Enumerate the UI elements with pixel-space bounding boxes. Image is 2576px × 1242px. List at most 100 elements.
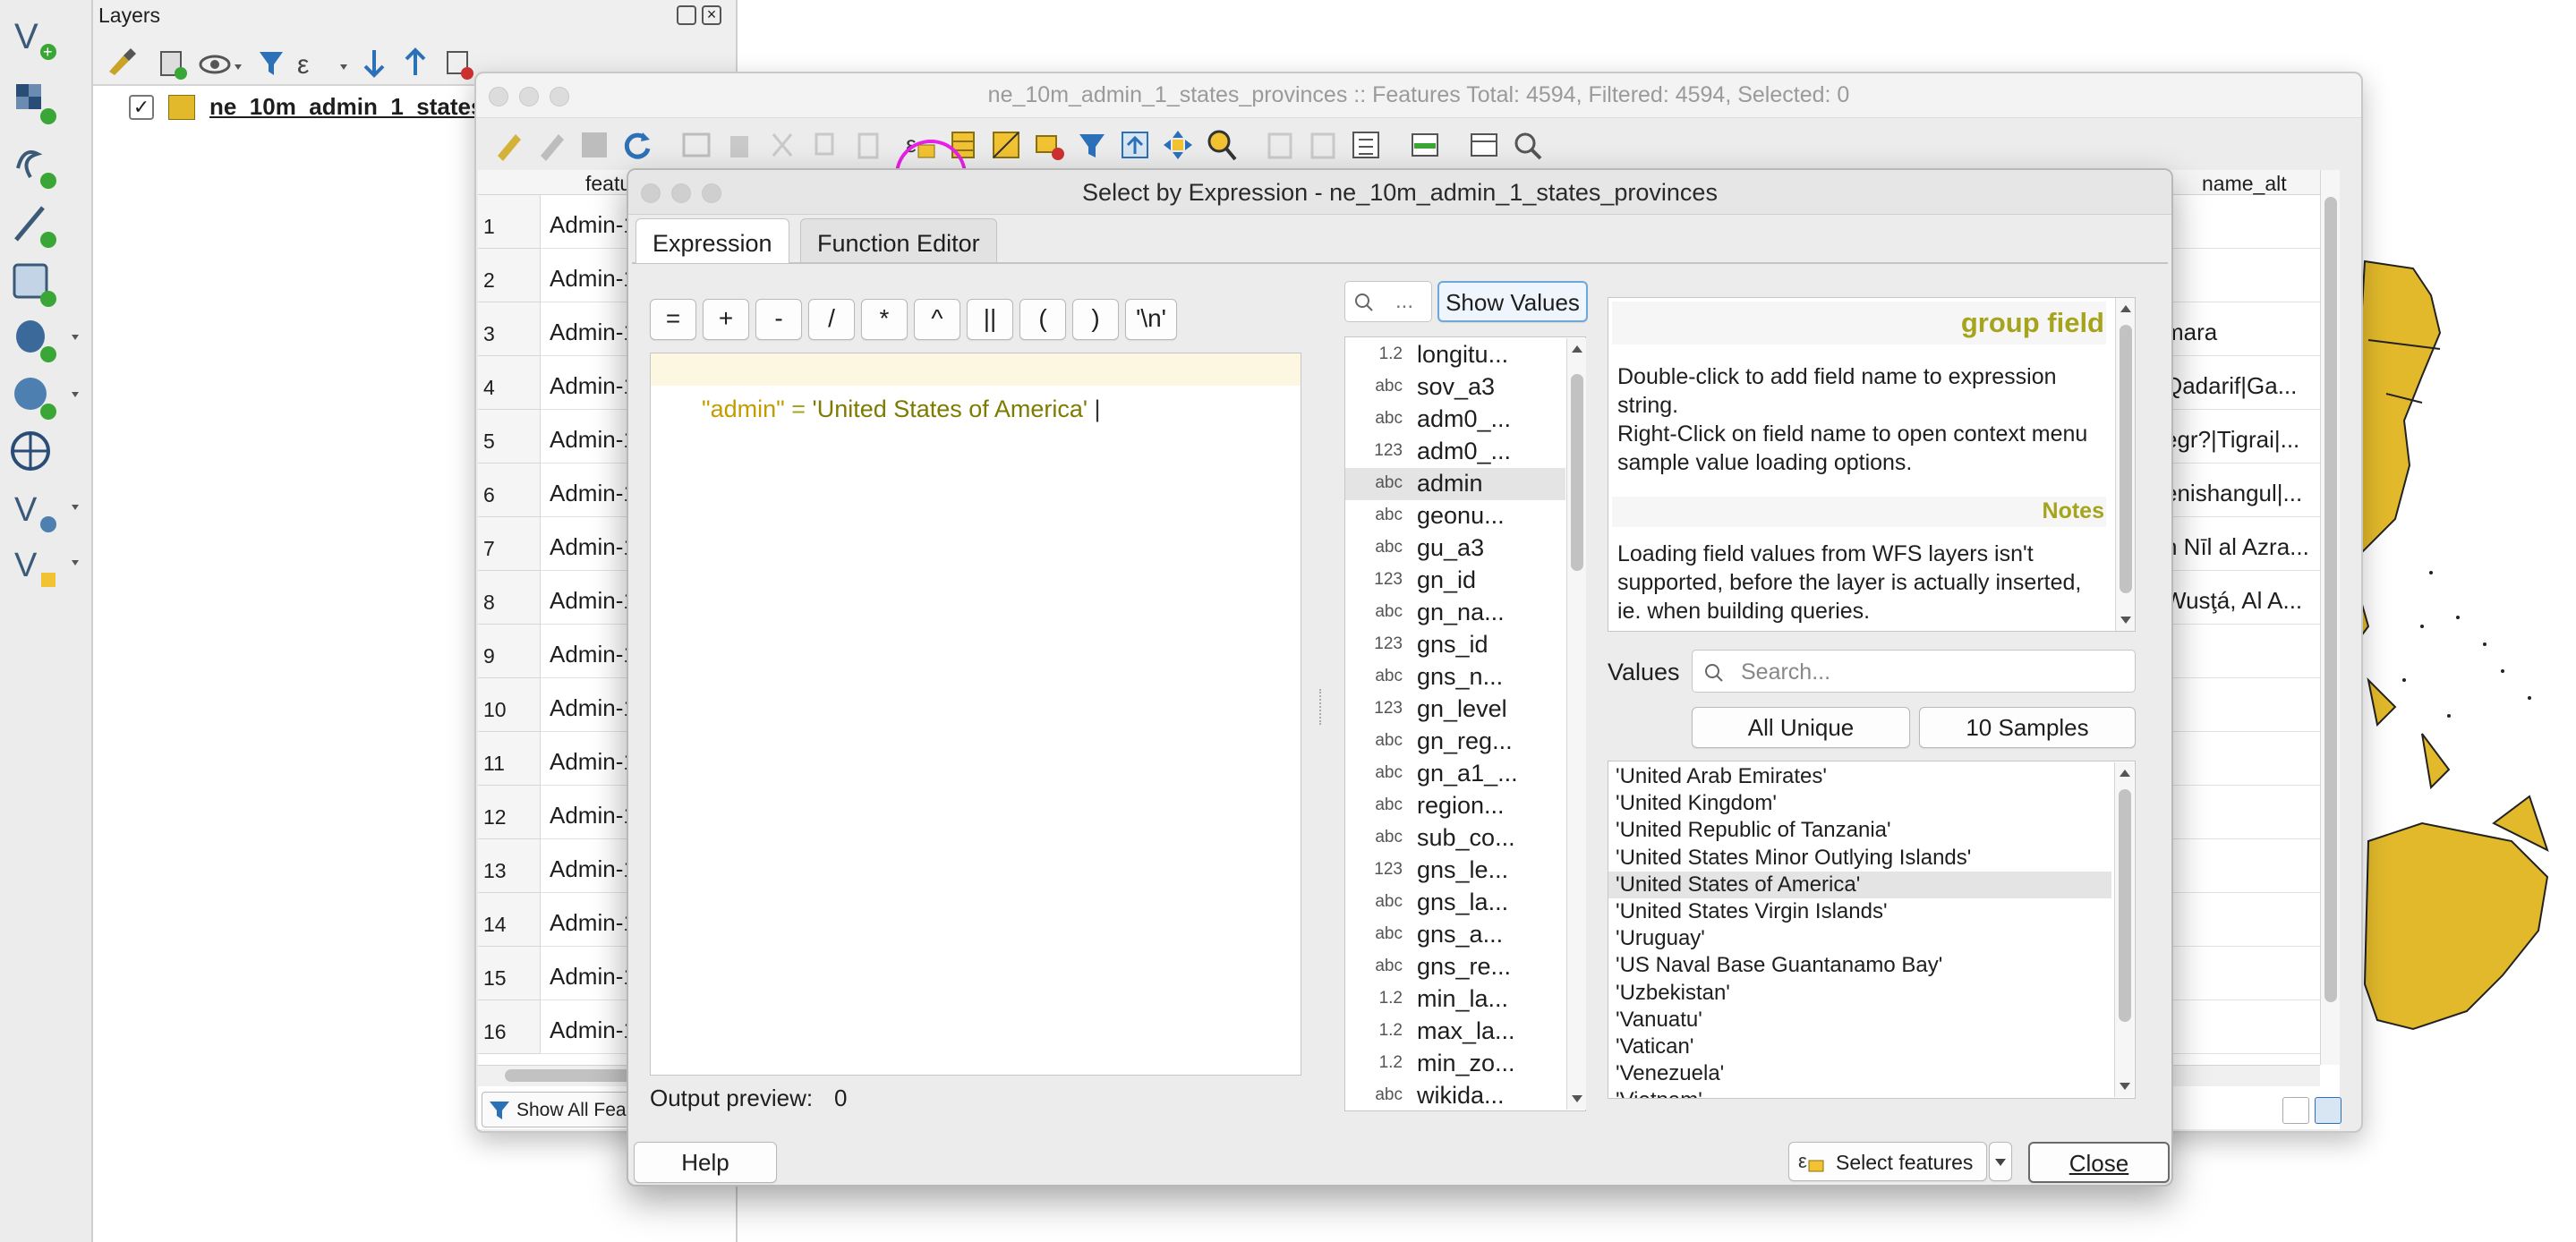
operator-button[interactable]: ): [1072, 299, 1119, 340]
value-list-item[interactable]: 'United Arab Emirates': [1608, 763, 2111, 790]
field-list-item[interactable]: 123 adm0_...: [1345, 436, 1560, 468]
table-cell-name-alt[interactable]: [2161, 732, 2340, 786]
delete-feature-icon[interactable]: [721, 127, 757, 163]
operator-button[interactable]: /: [808, 299, 855, 340]
field-list-item[interactable]: abc region...: [1345, 790, 1560, 822]
help-button[interactable]: Help: [634, 1142, 777, 1183]
row-number[interactable]: 2: [478, 249, 541, 302]
vertical-scrollbar[interactable]: [2320, 170, 2340, 1065]
value-list-item[interactable]: 'Vietnam': [1608, 1087, 2111, 1098]
tab-function-editor[interactable]: Function Editor: [800, 218, 997, 263]
move-selection-top-icon[interactable]: [1117, 127, 1153, 163]
table-cell-name-alt[interactable]: n Nīl al Azra...: [2161, 517, 2340, 571]
close-button[interactable]: Close: [2028, 1142, 2170, 1183]
table-cell-name-alt[interactable]: [2161, 249, 2340, 302]
field-list-item[interactable]: 123 gn_id: [1345, 565, 1560, 597]
select-features-dropdown[interactable]: [1989, 1142, 2012, 1181]
table-cell-name-alt[interactable]: [2161, 893, 2340, 947]
field-calculator-icon[interactable]: [1348, 127, 1384, 163]
table-cell-name-alt[interactable]: [2161, 1000, 2340, 1054]
row-number[interactable]: 6: [478, 464, 541, 517]
copy-icon[interactable]: [807, 127, 843, 163]
row-number[interactable]: 7: [478, 517, 541, 571]
value-list-item[interactable]: 'Uzbekistan': [1608, 980, 2111, 1007]
show-values-button[interactable]: Show Values: [1437, 281, 1588, 322]
add-wms-layer-icon[interactable]: [7, 372, 82, 422]
value-list-item[interactable]: 'United Kingdom': [1608, 790, 2111, 817]
value-list-item[interactable]: 'United States of America': [1608, 871, 2111, 898]
column-header-name-alt[interactable]: name_alt: [2202, 172, 2287, 196]
deselect-all-icon[interactable]: [1031, 127, 1067, 163]
save-edits-icon[interactable]: [576, 127, 612, 163]
multi-edit-icon[interactable]: [533, 127, 569, 163]
delete-field-icon[interactable]: [1305, 127, 1341, 163]
operator-button[interactable]: (: [1019, 299, 1066, 340]
field-list-item[interactable]: 1.2 min_zo...: [1345, 1048, 1560, 1080]
table-cell-name-alt[interactable]: [2161, 947, 2340, 1000]
field-list-item[interactable]: abc sov_a3: [1345, 371, 1560, 404]
value-list-item[interactable]: 'United States Minor Outlying Islands': [1608, 845, 2111, 872]
conditional-formatting-icon[interactable]: [1407, 127, 1443, 163]
field-list-item[interactable]: abc gn_reg...: [1345, 726, 1560, 758]
values-scrollbar[interactable]: [2114, 762, 2134, 1097]
actions-icon[interactable]: [1509, 127, 1545, 163]
add-wcs-layer-icon[interactable]: [7, 428, 82, 478]
operator-button[interactable]: *: [861, 299, 908, 340]
dock-table-icon[interactable]: [1466, 127, 1502, 163]
field-list-item[interactable]: 123 gns_le...: [1345, 855, 1560, 887]
add-mesh-layer-icon[interactable]: [7, 141, 82, 191]
field-list-item[interactable]: abc gns_re...: [1345, 951, 1560, 983]
splitter-handle[interactable]: [1319, 689, 1323, 725]
row-number[interactable]: 16: [478, 1000, 541, 1054]
close-panel-icon[interactable]: ×: [702, 5, 721, 25]
column-header-featurecla[interactable]: featu: [585, 172, 631, 196]
select-features-button[interactable]: ε Select features: [1788, 1142, 1987, 1181]
add-virtual-layer-icon[interactable]: V: [7, 540, 82, 591]
value-list-item[interactable]: 'United Republic of Tanzania': [1608, 817, 2111, 844]
field-list-item[interactable]: abc wikida...: [1345, 1080, 1560, 1110]
add-wfs-layer-icon[interactable]: V: [7, 485, 82, 535]
pan-to-selected-icon[interactable]: [1160, 127, 1196, 163]
field-list-item[interactable]: 1.2 max_la...: [1345, 1016, 1560, 1048]
field-list[interactable]: 1.2 longitu... abc sov_a3 abc adm0_... 123 adm0…: [1344, 336, 1586, 1111]
field-list-item[interactable]: 1.2 longitu...: [1345, 339, 1560, 371]
float-panel-icon[interactable]: [677, 5, 696, 25]
table-cell-name-alt[interactable]: [2161, 625, 2340, 678]
value-list-item[interactable]: 'Vanuatu': [1608, 1007, 2111, 1034]
operator-button[interactable]: -: [755, 299, 802, 340]
add-delimited-text-icon[interactable]: [7, 200, 82, 251]
add-postgis-icon[interactable]: [7, 315, 82, 365]
value-list-item[interactable]: 'Vatican': [1608, 1034, 2111, 1060]
value-list-item[interactable]: 'United States Virgin Islands': [1608, 898, 2111, 925]
row-number[interactable]: 1: [478, 195, 541, 249]
help-scrollbar[interactable]: [2115, 298, 2135, 631]
operator-button[interactable]: ^: [914, 299, 960, 340]
field-list-item[interactable]: abc admin: [1345, 468, 1565, 500]
row-number[interactable]: 9: [478, 625, 541, 678]
new-field-icon[interactable]: [1262, 127, 1298, 163]
all-unique-button[interactable]: All Unique: [1692, 707, 1910, 748]
field-list-item[interactable]: 1.2 min_la...: [1345, 983, 1560, 1016]
row-number[interactable]: 15: [478, 947, 541, 1000]
field-list-item[interactable]: abc gns_la...: [1345, 887, 1560, 919]
ten-samples-button[interactable]: 10 Samples: [1919, 707, 2136, 748]
field-list-item[interactable]: 123 gns_id: [1345, 629, 1560, 661]
row-number[interactable]: 12: [478, 786, 541, 839]
field-list-item[interactable]: abc sub_co...: [1345, 822, 1560, 855]
layer-visibility-checkbox[interactable]: ✓: [129, 95, 154, 120]
table-view-icon[interactable]: [2315, 1097, 2341, 1124]
row-number[interactable]: 13: [478, 839, 541, 893]
field-list-item[interactable]: abc adm0_...: [1345, 404, 1560, 436]
field-list-item[interactable]: abc gn_a1_...: [1345, 758, 1560, 790]
cut-icon[interactable]: [764, 127, 800, 163]
table-cell-name-alt[interactable]: Wusţá, Al A...: [2161, 571, 2340, 625]
values-list[interactable]: 'United Arab Emirates' 'United Kingdom' 'U…: [1608, 761, 2136, 1099]
filter-select-icon[interactable]: [1074, 127, 1110, 163]
field-list-item[interactable]: abc geonu...: [1345, 500, 1560, 532]
operator-button[interactable]: +: [703, 299, 749, 340]
field-list-item[interactable]: abc gu_a3: [1345, 532, 1560, 565]
table-cell-name-alt[interactable]: [2161, 195, 2340, 249]
operator-button[interactable]: '\n': [1125, 299, 1177, 340]
field-list-item[interactable]: 123 gn_level: [1345, 693, 1560, 726]
zoom-to-selected-icon[interactable]: [1203, 127, 1239, 163]
